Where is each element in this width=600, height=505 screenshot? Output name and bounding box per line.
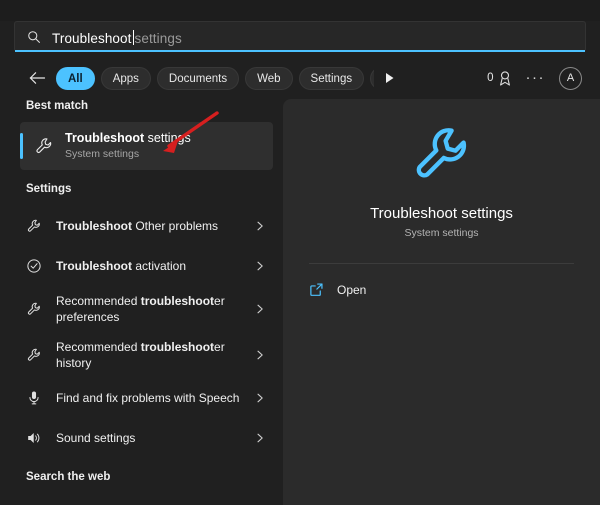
chevron-right-icon: [255, 393, 265, 403]
microphone-icon: [26, 390, 42, 406]
search-icon: [27, 30, 41, 44]
preview-content: Troubleshoot settings System settings: [283, 99, 600, 264]
search-input[interactable]: Troubleshoot settings: [52, 28, 182, 46]
tab-settings[interactable]: Settings: [299, 67, 365, 90]
label-rest-part: er: [214, 340, 225, 354]
spacer: [0, 170, 283, 182]
back-button[interactable]: [27, 68, 47, 88]
label-bold-part: Troubleshoot: [56, 259, 132, 273]
chevron-right-icon: [255, 221, 265, 231]
settings-results: Troubleshoot Other problems Troubleshoot…: [0, 206, 283, 458]
filter-tabs: All Apps Documents Web Settings People F…: [56, 67, 374, 90]
list-item-recommended-troubleshooter-preferences[interactable]: Recommended troubleshooter preferences: [0, 286, 283, 332]
best-match-title-rest: settings: [144, 131, 191, 145]
open-button[interactable]: Open: [309, 282, 600, 297]
tab-all[interactable]: All: [56, 67, 95, 90]
chevron-right-icon: [255, 261, 265, 271]
label-second-line: preferences: [56, 310, 119, 324]
label-pre-part: Recommended: [56, 294, 141, 308]
chevron-right-icon: [255, 433, 265, 443]
best-match-result[interactable]: Troubleshoot settings System settings: [20, 122, 273, 170]
list-item-label: Recommended troubleshooter preferences: [56, 293, 225, 325]
chevron-right-icon: [255, 350, 265, 360]
wrench-icon: [34, 136, 54, 156]
results-list: Best match Troubleshoot settings System …: [0, 99, 283, 505]
search-box[interactable]: Troubleshoot settings: [14, 21, 586, 52]
preview-title: Troubleshoot settings: [370, 204, 513, 223]
section-header-best-match: Best match: [0, 99, 283, 113]
more-options-button[interactable]: ···: [526, 73, 546, 83]
label-rest-part: er: [214, 294, 225, 308]
tabs-next-button[interactable]: [381, 70, 397, 86]
tab-people[interactable]: People: [370, 67, 374, 90]
section-header-settings: Settings: [0, 182, 283, 196]
top-strip: [0, 0, 600, 21]
best-match-title-bold: Troubleshoot: [65, 131, 144, 145]
label-rest-part: activation: [132, 259, 186, 273]
list-item-label: Recommended troubleshooter history: [56, 339, 225, 371]
play-triangle-icon: [384, 72, 395, 84]
label-second-line: history: [56, 356, 91, 370]
list-item-troubleshoot-other-problems[interactable]: Troubleshoot Other problems: [0, 206, 283, 246]
label-bold-part: Troubleshoot: [56, 219, 132, 233]
label-rest-part: Sound settings: [56, 431, 135, 445]
preview-panel: Troubleshoot settings System settings Op…: [283, 99, 600, 505]
spacer: [0, 196, 283, 204]
label-pre-part: Recommended: [56, 340, 141, 354]
list-item-find-and-fix-speech[interactable]: Find and fix problems with Speech: [0, 378, 283, 418]
tab-documents[interactable]: Documents: [157, 67, 239, 90]
filter-bar: All Apps Documents Web Settings People F…: [0, 60, 600, 96]
list-item-label: Troubleshoot Other problems: [56, 218, 218, 234]
best-match-subtitle: System settings: [65, 147, 191, 161]
label-rest-part: Find and fix problems with Speech: [56, 391, 239, 405]
open-button-label: Open: [337, 283, 366, 297]
list-item-troubleshoot-activation[interactable]: Troubleshoot activation: [0, 246, 283, 286]
label-rest-part: Other problems: [132, 219, 218, 233]
search-suggestion-text: settings: [135, 31, 182, 46]
chevron-right-icon: [255, 304, 265, 314]
rewards-button[interactable]: 0: [487, 71, 511, 86]
list-item-troubleshoot-web-results[interactable]: Troubleshoot - See web results: [0, 494, 283, 505]
windows-search-panel: Troubleshoot settings All Apps Documents…: [0, 0, 600, 505]
rewards-count: 0: [487, 72, 493, 84]
search-focus-underline: [15, 50, 585, 52]
preview-divider: [309, 263, 574, 264]
wrench-icon: [26, 301, 42, 317]
label-bold-part: troubleshoot: [141, 340, 214, 354]
best-match-texts: Troubleshoot settings System settings: [65, 131, 191, 161]
web-results: Troubleshoot - See web results: [0, 494, 283, 505]
tab-apps[interactable]: Apps: [101, 67, 151, 90]
wrench-icon: [409, 121, 475, 187]
arrow-left-icon: [29, 71, 46, 85]
search-typed-text: Troubleshoot: [52, 31, 132, 46]
filter-bar-right-actions: 0 ··· A: [487, 60, 582, 96]
section-header-search-the-web: Search the web: [0, 470, 283, 484]
label-bold-part: troubleshoot: [141, 294, 214, 308]
wrench-icon: [26, 218, 42, 234]
list-item-label: Find and fix problems with Speech: [56, 390, 239, 406]
check-circle-icon: [26, 258, 42, 274]
selection-accent-bar: [20, 133, 23, 159]
list-item-label: Troubleshoot activation: [56, 258, 186, 274]
avatar[interactable]: A: [559, 67, 582, 90]
spacer: [0, 458, 283, 470]
tab-web[interactable]: Web: [245, 67, 292, 90]
wrench-icon: [26, 347, 42, 363]
text-caret: [133, 30, 134, 45]
preview-subtitle: System settings: [404, 226, 478, 240]
list-item-recommended-troubleshooter-history[interactable]: Recommended troubleshooter history: [0, 332, 283, 378]
speaker-icon: [26, 430, 42, 446]
list-item-label: Sound settings: [56, 430, 135, 446]
spacer: [0, 484, 283, 492]
list-item-sound-settings[interactable]: Sound settings: [0, 418, 283, 458]
rewards-medal-icon: [498, 71, 512, 86]
best-match-title: Troubleshoot settings: [65, 131, 191, 146]
open-external-icon: [309, 282, 324, 297]
